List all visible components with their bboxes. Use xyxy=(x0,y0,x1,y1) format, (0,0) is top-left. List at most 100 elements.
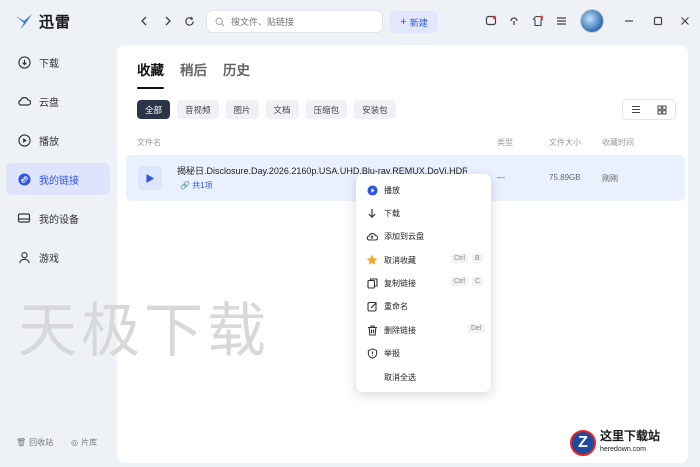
film-icon: ◎ xyxy=(71,438,79,447)
sidebar: 迅雷 下载 云盘 播放 我的链接 我的设备 游戏 🗑 回收站 ◎ 片库 xyxy=(0,0,115,467)
menu-item-unfavorite[interactable]: 取消收藏 Ctrl B xyxy=(356,249,491,271)
filter-chip-docs[interactable]: 文档 xyxy=(265,100,299,119)
sidebar-item-label: 游戏 xyxy=(39,253,59,265)
game-icon xyxy=(17,250,31,264)
sidebar-item-games[interactable]: 游戏 xyxy=(6,241,110,273)
minimize-button[interactable] xyxy=(621,13,637,29)
view-toggle xyxy=(622,99,676,120)
filter-chip-media[interactable]: 音视频 xyxy=(177,100,219,119)
download-icon xyxy=(17,55,31,69)
site-watermark: Z 这里下载站 heredown.com xyxy=(570,430,660,456)
recycle-bin-link[interactable]: 🗑 回收站 xyxy=(16,437,53,448)
column-header-time[interactable]: 收藏时间 xyxy=(602,137,634,148)
message-icon xyxy=(485,15,497,26)
user-avatar[interactable] xyxy=(580,9,604,33)
menu-item-rename[interactable]: 重命名 xyxy=(356,295,491,317)
filter-chip-archives[interactable]: 压缩包 xyxy=(305,100,348,119)
column-header-name[interactable]: 文件名 xyxy=(137,137,161,148)
file-favorited-time: 刚刚 xyxy=(602,174,618,183)
sidebar-item-label: 下载 xyxy=(39,58,59,70)
sidebar-item-label: 播放 xyxy=(39,136,59,148)
column-header-type[interactable]: 类型 xyxy=(497,137,513,148)
trash-small-icon: 🗑 xyxy=(16,438,27,447)
watermark-text: 天极下载 xyxy=(18,296,271,365)
shortcut-key: B xyxy=(472,254,483,263)
menu-item-report[interactable]: 举报 xyxy=(356,342,491,364)
cloud-upload-icon xyxy=(366,230,378,242)
menu-item-copy-link[interactable]: 复制链接 Ctrl C xyxy=(356,272,491,294)
refresh-button[interactable] xyxy=(181,13,197,29)
file-item-count: 🔗 共1项 xyxy=(180,180,213,191)
menu-item-deselect-all[interactable]: 取消全选 xyxy=(356,366,491,388)
menu-item-label: 举报 xyxy=(384,348,400,358)
close-button[interactable] xyxy=(677,13,693,29)
minimize-icon xyxy=(625,20,633,22)
new-task-button[interactable]: + 新建 xyxy=(390,11,438,33)
shortcut-key: Del xyxy=(468,324,485,333)
menu-item-download[interactable]: 下载 xyxy=(356,202,491,224)
cloud-icon xyxy=(17,94,31,108)
tab-later[interactable]: 稍后 xyxy=(180,59,207,79)
star-icon xyxy=(366,254,378,266)
maximize-button[interactable] xyxy=(650,13,666,29)
library-link[interactable]: ◎ 片库 xyxy=(71,437,97,448)
sidebar-item-download[interactable]: 下载 xyxy=(6,46,110,78)
list-view-button[interactable] xyxy=(623,100,649,119)
copy-link-icon xyxy=(366,277,378,289)
grid-view-button[interactable] xyxy=(649,100,675,119)
menu-item-label: 复制链接 xyxy=(384,278,416,288)
maximize-icon xyxy=(653,16,663,26)
shirt-icon xyxy=(532,15,544,27)
sidebar-nav: 下载 云盘 播放 我的链接 我的设备 游戏 xyxy=(6,46,110,280)
filter-chip-all[interactable]: 全部 xyxy=(137,100,171,119)
file-size: 75.89GB xyxy=(549,173,581,182)
filter-chips: 全部 音视频 图片 文档 压缩包 安装包 xyxy=(137,100,396,119)
tab-favorites[interactable]: 收藏 xyxy=(137,59,164,89)
menu-button[interactable] xyxy=(553,13,569,29)
edit-icon xyxy=(366,300,378,312)
app-logo: 迅雷 xyxy=(14,11,71,32)
play-icon xyxy=(366,184,378,196)
site-logo-icon: Z xyxy=(570,430,596,456)
sidebar-item-play[interactable]: 播放 xyxy=(6,124,110,156)
search-icon xyxy=(215,16,225,26)
list-view-icon xyxy=(632,105,640,114)
menu-item-label: 下载 xyxy=(384,208,400,218)
shortcut-key: Ctrl xyxy=(451,254,468,263)
filter-chip-installers[interactable]: 安装包 xyxy=(354,100,396,119)
sidebar-item-my-links[interactable]: 我的链接 xyxy=(6,163,110,195)
menu-item-play[interactable]: 播放 xyxy=(356,179,491,201)
link-icon xyxy=(17,172,31,186)
sidebar-item-label: 云盘 xyxy=(39,97,59,109)
menu-item-delete-link[interactable]: 删除链接 Del xyxy=(356,319,491,341)
play-circle-icon xyxy=(17,133,31,147)
plus-icon: + xyxy=(400,16,407,28)
back-button[interactable] xyxy=(136,13,152,29)
app-name: 迅雷 xyxy=(39,14,72,31)
file-item-count-label: 共1项 xyxy=(192,181,213,190)
download-arrow-icon xyxy=(366,207,378,219)
search-box[interactable] xyxy=(206,10,383,33)
device-icon xyxy=(17,211,31,225)
site-watermark-text: 这里下载站 heredown.com xyxy=(600,430,660,456)
menu-item-add-to-cloud[interactable]: 添加到云盘 xyxy=(356,225,491,247)
link-small-icon: 🔗 xyxy=(180,181,190,190)
close-icon xyxy=(681,17,689,25)
tab-bar: 收藏 稍后 历史 xyxy=(137,59,250,89)
grid-view-icon xyxy=(657,105,667,114)
forward-button[interactable] xyxy=(160,13,176,29)
site-watermark-url: heredown.com xyxy=(600,446,646,453)
column-header-size[interactable]: 文件大小 xyxy=(549,137,581,148)
skin-button[interactable] xyxy=(530,13,546,29)
cloud-sync-button[interactable] xyxy=(506,13,522,29)
chevron-right-icon xyxy=(165,16,171,26)
sidebar-footer: 🗑 回收站 ◎ 片库 xyxy=(16,437,97,448)
message-button[interactable] xyxy=(483,13,499,29)
library-label: 片库 xyxy=(81,438,98,447)
filter-chip-images[interactable]: 图片 xyxy=(225,100,259,119)
sidebar-item-cloud[interactable]: 云盘 xyxy=(6,85,110,117)
sidebar-item-my-devices[interactable]: 我的设备 xyxy=(6,202,110,234)
shortcut-key: C xyxy=(472,277,484,286)
tab-history[interactable]: 历史 xyxy=(223,59,250,79)
search-input[interactable] xyxy=(229,15,373,28)
